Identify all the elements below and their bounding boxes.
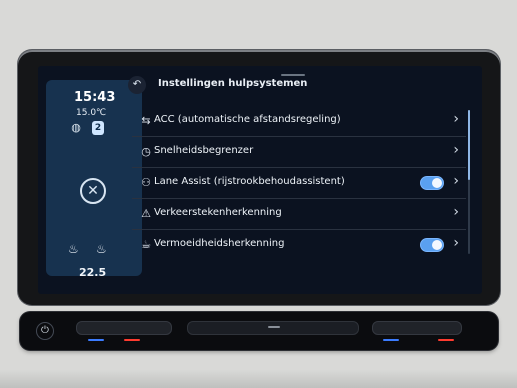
seat-heating-controls: ♨ ♨ (68, 242, 132, 260)
close-icon: ✕ (87, 183, 99, 199)
seat-heat-icon[interactable]: ♨ (96, 242, 107, 256)
list-item-speed-limiter[interactable]: ◷ Snelheidsbegrenzer › (132, 137, 466, 168)
topbar: ↶ Instellingen hulpsystemen (38, 74, 482, 100)
list-item-lane-assist[interactable]: ⚇ Lane Assist (rijstrookbehoudassistent)… (132, 168, 466, 199)
chevron-right-icon: › (453, 111, 459, 127)
list-item-fatigue[interactable]: ☕ Vermoeidheidsherkenning › (132, 230, 466, 260)
traffic-sign-icon: ⚠ (141, 207, 151, 220)
list-item-label: Verkeerstekenherkenning (154, 207, 282, 218)
close-button[interactable]: ✕ (80, 178, 106, 204)
power-icon: ⏻ (41, 325, 49, 336)
back-arrow-icon: ↶ (132, 79, 142, 90)
led-indicator (383, 339, 399, 341)
fatigue-icon: ☕ (141, 238, 151, 251)
list-item-label: Snelheidsbegrenzer (154, 145, 254, 156)
list-item-label: ACC (automatische afstandsregeling) (154, 114, 341, 125)
page-title: Instellingen hulpsystemen (158, 78, 308, 89)
infotainment-screen: 15:43 15.0℃ ◍ 2 ✕ ♨ ♨ 22.5 ↶ Instellinge… (38, 66, 482, 294)
fatigue-toggle[interactable] (420, 238, 444, 252)
chevron-right-icon: › (453, 235, 459, 251)
assist-settings-list: ⇆ ACC (automatische afstandsregeling) › … (132, 106, 466, 276)
list-item-acc[interactable]: ⇆ ACC (automatische afstandsregeling) › (132, 106, 466, 137)
status-badge: 2 (92, 121, 104, 135)
dashboard-edge (0, 370, 517, 388)
list-item-label: Vermoeidheidsherkenning (154, 238, 285, 249)
chevron-right-icon: › (453, 142, 459, 158)
status-icons: ◍ 2 (70, 121, 130, 138)
lane-assist-toggle[interactable] (420, 176, 444, 190)
led-indicator (438, 339, 454, 341)
lower-control-panel: ⏻ (20, 312, 498, 350)
scrollbar[interactable] (468, 110, 470, 254)
speed-limiter-icon: ◷ (141, 145, 151, 158)
right-climate-slider[interactable] (372, 321, 462, 335)
chevron-right-icon: › (453, 204, 459, 220)
status-panel: 15:43 15.0℃ ◍ 2 ✕ ♨ ♨ 22.5 (46, 80, 142, 279)
power-button[interactable]: ⏻ (36, 322, 54, 340)
back-button[interactable]: ↶ (128, 76, 146, 94)
acc-icon: ⇆ (141, 114, 151, 127)
chevron-right-icon: › (453, 173, 459, 189)
inside-temperature: 22.5 (79, 266, 107, 279)
lane-assist-icon: ⚇ (141, 176, 151, 189)
top-indicator (281, 74, 305, 76)
center-control-strip[interactable] (187, 321, 359, 335)
outside-temperature: 15.0℃ (76, 108, 107, 118)
led-indicator (124, 339, 140, 341)
list-item-label: Lane Assist (rijstrookbehoudassistent) (154, 176, 345, 187)
list-item-traffic-sign[interactable]: ⚠ Verkeerstekenherkenning › (132, 199, 466, 230)
globe-icon: ◍ (71, 121, 81, 134)
seat-heat-icon[interactable]: ♨ (68, 242, 79, 256)
led-indicator (88, 339, 104, 341)
left-climate-slider[interactable] (76, 321, 172, 335)
